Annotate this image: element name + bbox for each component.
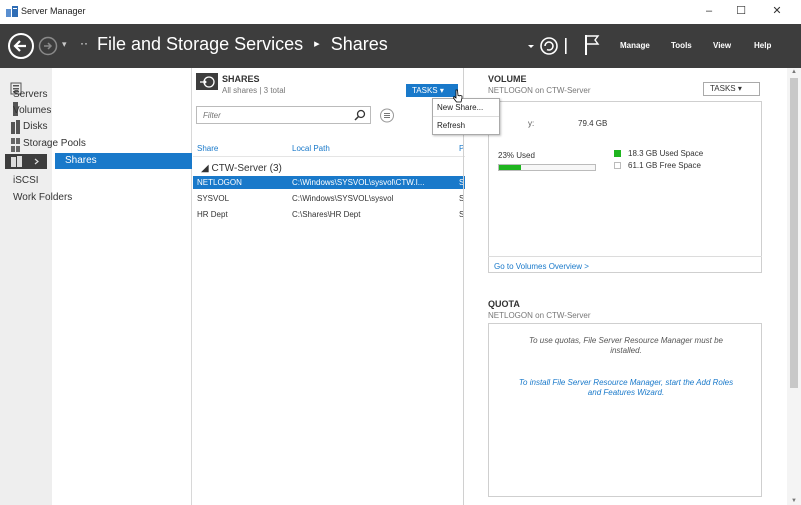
maximize-button[interactable]: ☐ xyxy=(731,3,751,19)
breadcrumb-shares[interactable]: Shares xyxy=(331,34,388,54)
server-manager-icon-bar xyxy=(0,68,52,505)
shares-tasks-button[interactable]: TASKS ▾ xyxy=(406,84,458,97)
menu-view[interactable]: View xyxy=(713,41,731,50)
breadcrumb-file-storage[interactable]: File and Storage Services xyxy=(97,34,303,54)
notifications-flag-icon[interactable] xyxy=(584,34,600,56)
minimize-button[interactable]: – xyxy=(699,3,719,19)
filter-field[interactable] xyxy=(196,106,371,124)
menu-item-new-share[interactable]: New Share... xyxy=(437,103,483,112)
nav-item-work-folders[interactable]: Work Folders xyxy=(13,192,72,203)
header-divider xyxy=(193,156,465,157)
server-manager-icon xyxy=(6,6,18,17)
table-row[interactable]: NETLOGON C:\Windows\SYSVOL\sysvol\CTW.I.… xyxy=(193,176,465,189)
volumes-overview-link[interactable]: Go to Volumes Overview > xyxy=(494,262,589,271)
usage-bar-fill xyxy=(499,165,522,170)
menu-item-refresh[interactable]: Refresh xyxy=(437,121,465,130)
group-header-ctw-server[interactable]: ◢ CTW-Server (3) xyxy=(201,163,282,174)
volume-footer-divider xyxy=(488,256,762,257)
refresh-icon[interactable] xyxy=(525,36,575,56)
column-header-local-path[interactable]: Local Path xyxy=(292,144,330,153)
used-space-swatch xyxy=(614,150,621,157)
filter-options-icon[interactable] xyxy=(379,108,395,123)
share-name-cell: NETLOGON xyxy=(197,178,242,187)
title-bar: Server Manager – ☐ ✕ xyxy=(0,0,801,24)
nav-item-iscsi[interactable]: iSCSI xyxy=(13,175,39,186)
shares-title: SHARES xyxy=(222,74,260,84)
install-fsrm-link[interactable]: To install File Server Resource Manager,… xyxy=(506,378,746,398)
capacity-value: 79.4 GB xyxy=(578,119,608,128)
shares-panel: SHARES All shares | 3 total TASKS ▾ Shar… xyxy=(193,68,468,505)
table-row[interactable]: SYSVOL C:\Windows\SYSVOL\sysvol S xyxy=(193,192,465,205)
close-button[interactable]: ✕ xyxy=(767,3,787,19)
volume-tasks-button[interactable]: TASKS ▾ xyxy=(703,82,760,96)
window-title: Server Manager xyxy=(21,6,86,16)
used-space-legend: 18.3 GB Used Space xyxy=(628,149,704,158)
breadcrumb: ·· File and Storage Services ▸ Shares xyxy=(80,34,388,55)
share-name-cell: SYSVOL xyxy=(197,194,230,203)
filter-input[interactable] xyxy=(197,107,342,123)
file-storage-nav-panel xyxy=(52,68,192,505)
scrollbar-thumb[interactable] xyxy=(790,78,798,388)
mouse-pointer-icon xyxy=(453,89,463,103)
install-fsrm-link-line2[interactable]: and Features Wizard. xyxy=(506,388,746,398)
scroll-up-arrow-icon[interactable]: ▲ xyxy=(791,69,797,75)
quota-message: To use quotas, File Server Resource Mana… xyxy=(506,336,746,356)
nav-item-servers[interactable]: Servers xyxy=(13,89,47,100)
usage-bar xyxy=(498,164,596,171)
quota-title: QUOTA xyxy=(488,299,520,309)
shares-tile-icon xyxy=(196,73,218,90)
volume-title: VOLUME xyxy=(488,74,527,84)
breadcrumb-separator: ▸ xyxy=(314,38,320,50)
menu-manage[interactable]: Manage xyxy=(620,41,650,50)
used-percent-label: 23% Used xyxy=(498,151,535,160)
search-icon[interactable] xyxy=(354,109,366,121)
breadcrumb-prefix: ·· xyxy=(80,36,88,50)
install-fsrm-link-line1[interactable]: To install File Server Resource Manager,… xyxy=(506,378,746,388)
nav-item-shares[interactable]: Shares xyxy=(55,153,192,169)
nav-item-storage-pools[interactable]: Storage Pools xyxy=(23,138,86,149)
file-storage-icon[interactable] xyxy=(5,154,47,169)
back-arrow-icon[interactable] xyxy=(7,32,35,60)
forward-arrow-icon[interactable] xyxy=(38,36,58,56)
menu-tools[interactable]: Tools xyxy=(671,41,692,50)
quota-message-line2: installed. xyxy=(610,346,642,355)
scroll-down-arrow-icon[interactable]: ▼ xyxy=(791,498,797,504)
tasks-dropdown-menu: New Share... Refresh xyxy=(432,98,500,135)
volume-subtitle: NETLOGON on CTW-Server xyxy=(488,86,591,95)
quota-subtitle: NETLOGON on CTW-Server xyxy=(488,311,591,320)
table-row[interactable]: HR Dept C:\Shares\HR Dept S xyxy=(193,208,465,221)
free-space-swatch xyxy=(614,162,621,169)
nav-item-volumes[interactable]: Volumes xyxy=(13,105,51,116)
nav-item-disks[interactable]: Disks xyxy=(23,121,47,132)
menu-separator xyxy=(433,116,499,117)
capacity-label: y: xyxy=(528,119,535,128)
nav-history-dropdown[interactable]: ▾ xyxy=(62,39,67,50)
free-space-legend: 61.1 GB Free Space xyxy=(628,161,701,170)
column-header-share[interactable]: Share xyxy=(197,144,218,153)
header-bar: ▾ ·· File and Storage Services ▸ Shares … xyxy=(0,24,801,68)
vertical-scrollbar[interactable]: ▲ ▼ xyxy=(787,68,801,505)
shares-subtitle: All shares | 3 total xyxy=(222,86,286,95)
quota-message-line1: To use quotas, File Server Resource Mana… xyxy=(528,336,724,345)
local-path-cell: C:\Windows\SYSVOL\sysvol xyxy=(292,194,394,203)
local-path-cell: C:\Shares\HR Dept xyxy=(292,210,361,219)
menu-help[interactable]: Help xyxy=(754,41,771,50)
local-path-cell: C:\Windows\SYSVOL\sysvol\CTW.I... xyxy=(292,178,425,187)
share-name-cell: HR Dept xyxy=(197,210,228,219)
